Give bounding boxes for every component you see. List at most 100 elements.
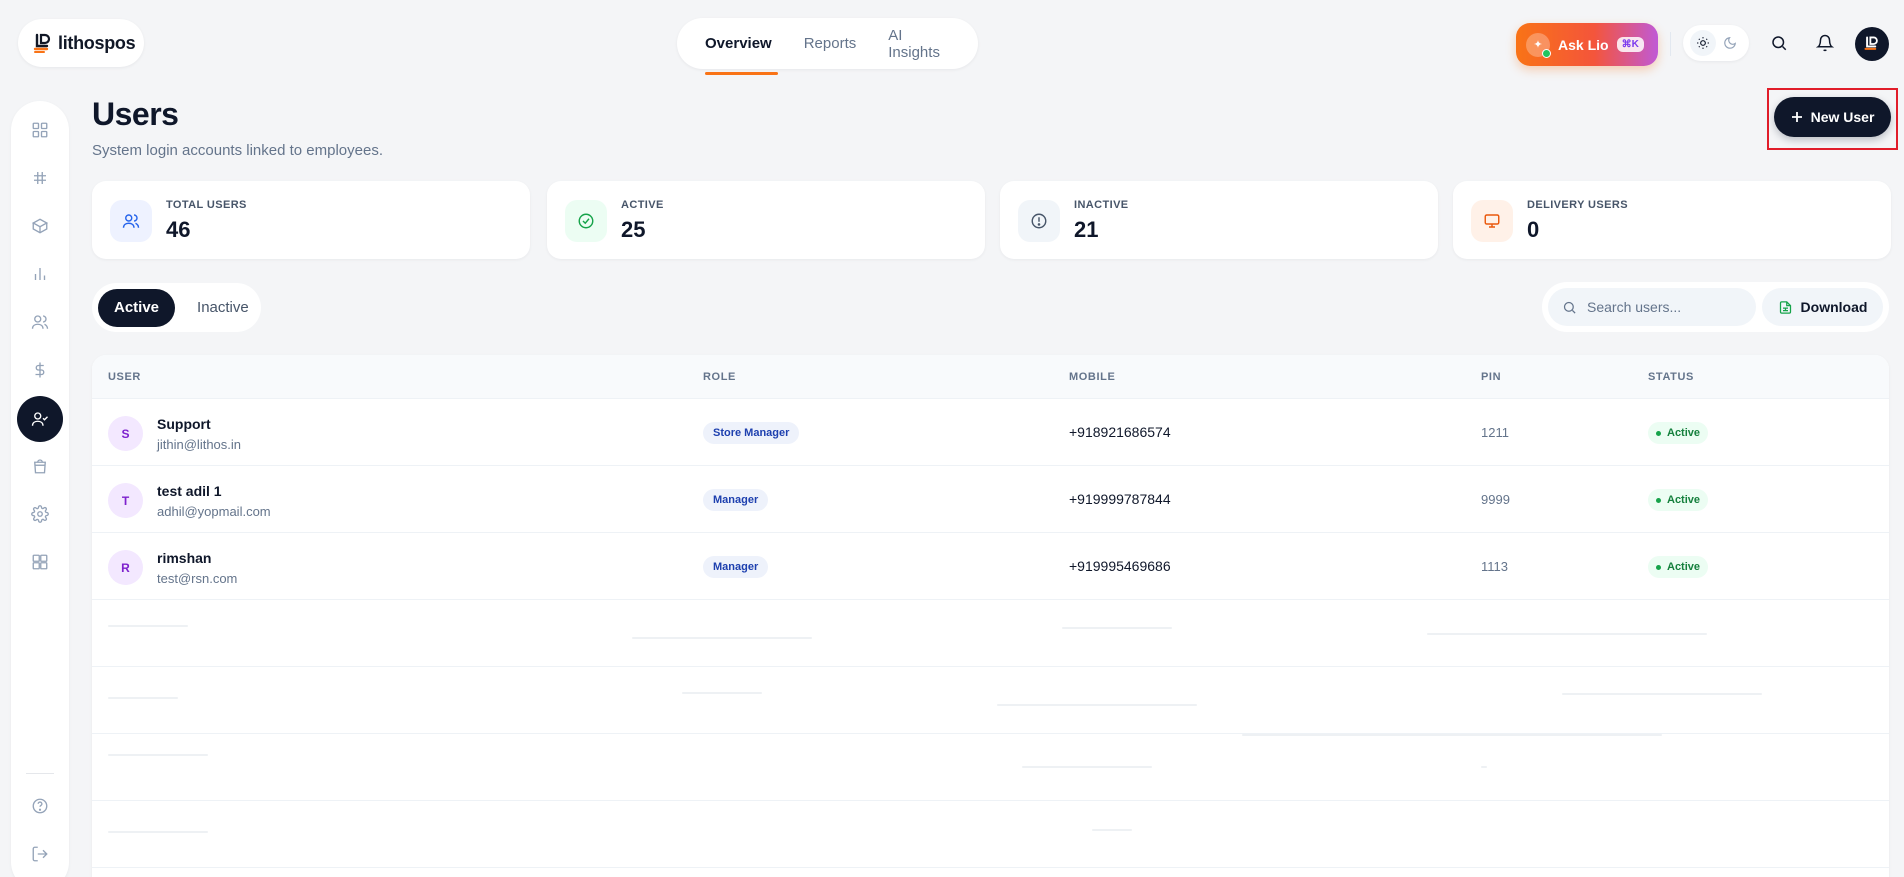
skeleton-row <box>92 600 1889 667</box>
user-email: test@rsn.com <box>157 571 238 586</box>
role-badge: Manager <box>703 556 769 578</box>
sidebar-item-users[interactable] <box>17 396 63 442</box>
skeleton-line <box>108 831 208 833</box>
table-row[interactable]: R rimshan test@rsn.com Manager +91999546… <box>92 533 1889 600</box>
new-user-label: New User <box>1810 109 1875 125</box>
pin-value: 1211 <box>1481 425 1509 440</box>
monitor-icon <box>1471 200 1513 242</box>
sidebar-item-orders[interactable] <box>17 443 63 489</box>
bar-chart-icon <box>31 265 49 283</box>
users-icon <box>110 200 152 242</box>
status-text: Active <box>1667 427 1701 439</box>
layout-icon <box>31 553 49 571</box>
brand-logo[interactable]: lithospos <box>18 19 144 67</box>
table-header: USER ROLE MOBILE PIN STATUS <box>92 355 1889 399</box>
filter-inactive[interactable]: Inactive <box>181 289 265 327</box>
user-name: rimshan <box>157 550 212 566</box>
stat-card-delivery-users: DELIVERY USERS 0 <box>1453 181 1891 259</box>
stat-card-active: ACTIVE 25 <box>547 181 985 259</box>
sidebar-item-logout[interactable] <box>17 831 63 877</box>
skeleton-line <box>1092 829 1132 831</box>
user-initial-avatar: R <box>108 550 143 585</box>
status-badge: Active <box>1648 556 1709 578</box>
sidebar-item-finance[interactable] <box>17 347 63 393</box>
column-header-user: USER <box>108 371 141 383</box>
stat-value: 46 <box>166 217 191 242</box>
stat-label: ACTIVE <box>621 199 664 211</box>
alert-circle-icon <box>1018 200 1060 242</box>
sidebar <box>11 101 69 877</box>
shopping-bag-icon <box>31 457 49 475</box>
skeleton-line <box>632 637 812 639</box>
user-avatar[interactable] <box>1855 27 1889 61</box>
pin-value: 1113 <box>1481 559 1508 574</box>
role-badge: Store Manager <box>703 422 800 444</box>
ask-lio-label: Ask Lio <box>1558 36 1609 53</box>
status-text: Active <box>1667 494 1701 506</box>
user-initial-avatar: S <box>108 416 143 451</box>
gear-icon <box>31 505 49 523</box>
column-header-pin: PIN <box>1481 371 1502 383</box>
logout-icon <box>31 845 49 863</box>
plus-icon <box>1791 111 1803 123</box>
status-dot <box>1656 564 1661 570</box>
user-email: adhil@yopmail.com <box>157 504 271 519</box>
sparkle-icon: ✦ <box>1526 32 1551 58</box>
sidebar-item-apps[interactable] <box>17 539 63 585</box>
download-label: Download <box>1800 299 1868 315</box>
stat-card-total-users: TOTAL USERS 46 <box>92 181 530 259</box>
sidebar-item-reports[interactable] <box>17 251 63 297</box>
sidebar-divider <box>26 773 54 774</box>
skeleton-line <box>108 625 188 627</box>
toolbar-divider <box>1670 32 1671 56</box>
search-icon[interactable] <box>1767 31 1791 55</box>
search-box <box>1548 288 1756 326</box>
sun-icon[interactable] <box>1689 30 1716 56</box>
shortcut-badge: ⌘K <box>1616 37 1644 52</box>
bell-icon[interactable] <box>1813 31 1837 55</box>
tab-reports[interactable]: Reports <box>788 18 873 69</box>
grid-icon <box>31 121 49 139</box>
table-row[interactable]: T test adil 1 adhil@yopmail.com Manager … <box>92 466 1889 533</box>
column-header-status: STATUS <box>1648 371 1694 383</box>
column-header-mobile: MOBILE <box>1069 371 1116 383</box>
download-button[interactable]: Download <box>1762 288 1883 326</box>
search-input[interactable] <box>1587 299 1747 315</box>
dollar-icon <box>31 361 49 379</box>
sidebar-item-settings[interactable] <box>17 491 63 537</box>
skeleton-line <box>997 704 1197 706</box>
sidebar-item-dashboard[interactable] <box>17 107 63 153</box>
stat-label: INACTIVE <box>1074 199 1129 211</box>
column-header-role: ROLE <box>703 371 736 383</box>
status-badge: Active <box>1648 489 1709 511</box>
sidebar-item-customers[interactable] <box>17 299 63 345</box>
status-text: Active <box>1667 561 1701 573</box>
stat-value: 21 <box>1074 217 1099 242</box>
sidebar-item-pos[interactable] <box>17 155 63 201</box>
skeleton-row <box>92 801 1889 868</box>
skeleton-row <box>92 667 1889 734</box>
moon-icon[interactable] <box>1717 30 1743 56</box>
skeleton-line <box>1022 766 1152 768</box>
sidebar-item-products[interactable] <box>17 203 63 249</box>
page-subtitle: System login accounts linked to employee… <box>92 142 383 159</box>
skeleton-row <box>92 734 1889 801</box>
box-icon <box>31 217 49 235</box>
stat-label: TOTAL USERS <box>166 199 247 211</box>
new-user-button[interactable]: New User <box>1774 97 1891 137</box>
role-badge: Manager <box>703 489 769 511</box>
tab-overview[interactable]: Overview <box>699 18 788 75</box>
status-badge: Active <box>1648 422 1709 444</box>
pin-value: 9999 <box>1481 492 1510 507</box>
table-row[interactable]: S Support jithin@lithos.in Store Manager… <box>92 399 1889 466</box>
user-check-icon <box>31 410 49 428</box>
users-table: USER ROLE MOBILE PIN STATUS S Support ji… <box>92 355 1889 877</box>
filter-active[interactable]: Active <box>98 288 176 327</box>
sidebar-item-help[interactable] <box>17 783 63 829</box>
page-title: Users <box>92 96 179 132</box>
check-circle-icon <box>565 200 607 242</box>
theme-toggle[interactable] <box>1683 25 1749 61</box>
tab-ai-insights[interactable]: AI Insights <box>872 18 956 69</box>
ask-lio-button[interactable]: ✦ Ask Lio ⌘K <box>1516 23 1658 66</box>
table-toolbar: Download <box>1542 282 1889 332</box>
